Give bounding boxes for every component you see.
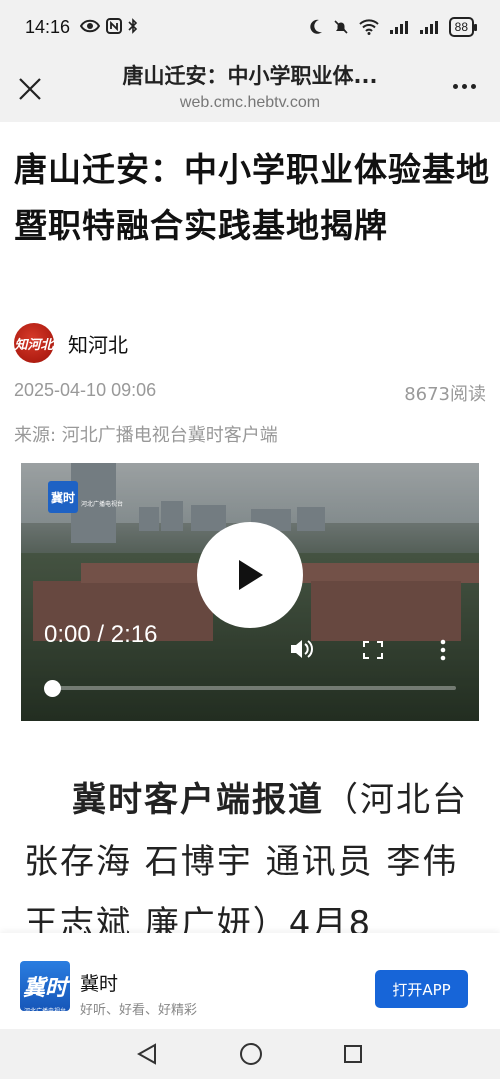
fullscreen-icon[interactable] xyxy=(363,641,383,659)
volume-icon[interactable] xyxy=(289,638,313,660)
more-options-icon[interactable] xyxy=(453,84,476,89)
bluetooth-icon xyxy=(128,18,138,34)
battery-indicator: 88 xyxy=(448,17,478,37)
author-row[interactable]: 知河北 知河北 xyxy=(14,323,128,363)
video-progress-bar[interactable] xyxy=(52,686,456,690)
signal-icon-2 xyxy=(419,21,438,34)
play-button[interactable] xyxy=(197,522,303,628)
channel-logo: 冀时 xyxy=(48,481,78,513)
app-name: 冀时 xyxy=(80,973,119,995)
video-time: 0:00 / 2:16 xyxy=(44,621,158,648)
publish-date: 2025-04-10 09:06 xyxy=(14,380,157,400)
back-icon[interactable] xyxy=(137,1043,157,1065)
app-download-banner[interactable]: 冀时 河北广播电视台 冀时 好听、好看、好精彩 打开APP xyxy=(0,933,500,1029)
status-time: 14:16 xyxy=(25,17,71,37)
status-bar: 14:16 88 xyxy=(0,0,500,56)
article-title: 唐山迁安：中小学职业体验基地暨职特融合实践基地揭牌 xyxy=(14,150,490,245)
play-icon xyxy=(239,560,263,590)
signal-icon xyxy=(389,21,408,34)
article-source: 来源: 河北广播电视台冀时客户端 xyxy=(14,425,278,446)
app-logo-sub: 河北广播电视台 xyxy=(23,1008,66,1015)
home-icon[interactable] xyxy=(239,1042,263,1066)
open-app-button[interactable]: 打开APP xyxy=(375,970,468,1008)
nfc-icon xyxy=(106,18,122,34)
close-icon[interactable] xyxy=(16,75,44,103)
mute-bell-icon xyxy=(334,20,348,34)
body-lead: 冀时客户端报道 xyxy=(72,780,324,820)
page-url: web.cmc.hebtv.com xyxy=(179,94,321,111)
article-body: 冀时客户端报道（河北台 张存海 石博宇 通讯员 李伟 王志斌 廉广妍）4月8 xyxy=(24,769,484,933)
eye-icon xyxy=(80,19,100,33)
author-avatar[interactable]: 知河北 xyxy=(14,323,54,363)
recent-apps-icon[interactable] xyxy=(343,1044,363,1064)
channel-logo-sub: 河北广播电视台 xyxy=(81,501,124,508)
video-progress-knob[interactable] xyxy=(44,680,61,697)
wifi-icon xyxy=(358,19,379,35)
app-slogan: 好听、好看、好精彩 xyxy=(80,1003,198,1018)
read-count: 8673阅读 xyxy=(404,384,486,405)
system-nav-bar xyxy=(0,1029,500,1079)
video-player[interactable]: 冀时 河北广播电视台 0:00 / 2:16 xyxy=(21,463,479,721)
author-name[interactable]: 知河北 xyxy=(68,329,128,358)
video-more-icon[interactable] xyxy=(440,639,446,661)
moon-icon xyxy=(309,19,322,34)
app-logo: 冀时 xyxy=(20,961,70,1011)
page-title: 唐山迁安：中小学职业体... xyxy=(122,64,378,88)
browser-header: 唐山迁安：中小学职业体... web.cmc.hebtv.com xyxy=(0,56,500,122)
